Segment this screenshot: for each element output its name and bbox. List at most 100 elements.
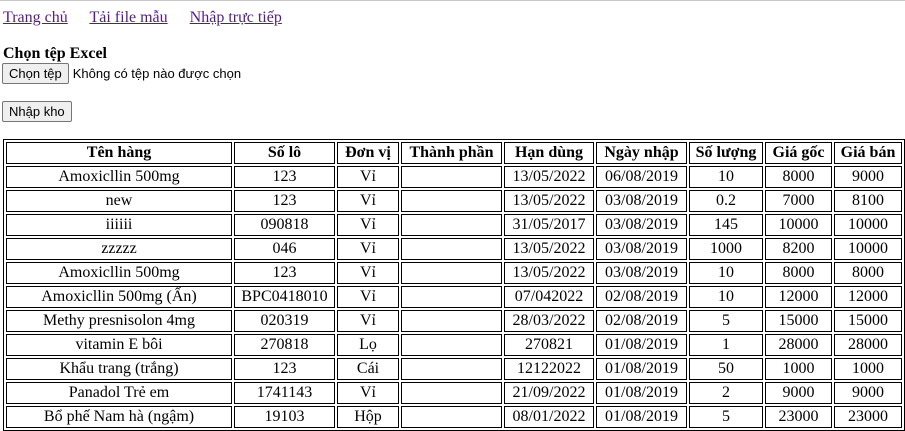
choose-file-button[interactable]: Chọn tệp — [2, 63, 69, 84]
cell-lot-number: 123 — [234, 262, 335, 284]
cell-cost-price: 7000 — [765, 190, 832, 212]
col-header-product-name: Tên hàng — [6, 142, 232, 164]
cell-product-name: Panadol Trẻ em — [6, 382, 232, 404]
table-row: Khẩu trang (trắng) 123 Cái 12122022 01/08/20… — [6, 358, 902, 380]
cell-cost-price: 9000 — [765, 382, 832, 404]
col-header-quantity: Số lượng — [689, 142, 763, 164]
col-header-unit: Đơn vị — [337, 142, 399, 164]
cell-ingredients — [401, 214, 502, 236]
cell-quantity: 1000 — [689, 238, 763, 260]
cell-expiry: 28/03/2022 — [504, 310, 594, 332]
cell-sale-price: 28000 — [834, 334, 902, 356]
cell-sale-price: 9000 — [834, 166, 902, 188]
table-row: iiiiii 090818 Vỉ 31/05/2017 03/08/2019 145 100… — [6, 214, 902, 236]
cell-import-date: 02/08/2019 — [596, 310, 687, 332]
nav-link-download-template[interactable]: Tải file mẫu — [89, 9, 167, 26]
upload-title: Chọn tệp Excel — [3, 45, 107, 62]
table-row: Bổ phế Nam hà (ngậm) 19103 Hộp 08/01/2022 01… — [6, 406, 902, 428]
cell-ingredients — [401, 286, 502, 308]
col-header-sale-price: Giá bán — [834, 142, 902, 164]
cell-lot-number: 123 — [234, 166, 335, 188]
cell-cost-price: 8200 — [765, 238, 832, 260]
cell-sale-price: 10000 — [834, 214, 902, 236]
cell-expiry: 13/05/2022 — [504, 190, 594, 212]
cell-sale-price: 1000 — [834, 358, 902, 380]
cell-unit: Vỉ — [337, 286, 399, 308]
cell-cost-price: 23000 — [765, 406, 832, 428]
cell-sale-price: 10000 — [834, 238, 902, 260]
cell-quantity: 2 — [689, 382, 763, 404]
table-header-row: Tên hàng Số lô Đơn vị Thành phần Hạn dùn… — [6, 142, 902, 164]
cell-quantity: 0.2 — [689, 190, 763, 212]
cell-expiry: 08/01/2022 — [504, 406, 594, 428]
cell-unit: Lọ — [337, 334, 399, 356]
cell-quantity: 10 — [689, 166, 763, 188]
cell-sale-price: 15000 — [834, 310, 902, 332]
nav-link-direct-entry[interactable]: Nhập trực tiếp — [190, 9, 282, 26]
import-button[interactable]: Nhập kho — [2, 101, 72, 122]
cell-cost-price: 10000 — [765, 214, 832, 236]
cell-product-name: Amoxicllin 500mg — [6, 262, 232, 284]
cell-sale-price: 8000 — [834, 262, 902, 284]
nav-link-home[interactable]: Trang chủ — [3, 9, 68, 26]
cell-expiry: 31/05/2017 — [504, 214, 594, 236]
cell-unit: Hộp — [337, 406, 399, 428]
cell-ingredients — [401, 238, 502, 260]
cell-lot-number: 123 — [234, 190, 335, 212]
cell-product-name: Amoxicllin 500mg — [6, 166, 232, 188]
cell-quantity: 1 — [689, 334, 763, 356]
cell-import-date: 03/08/2019 — [596, 262, 687, 284]
cell-lot-number: 19103 — [234, 406, 335, 428]
cell-lot-number: 1741143 — [234, 382, 335, 404]
inventory-table: Tên hàng Số lô Đơn vị Thành phần Hạn dùn… — [3, 139, 905, 431]
cell-ingredients — [401, 190, 502, 212]
cell-lot-number: 123 — [234, 358, 335, 380]
cell-sale-price: 9000 — [834, 382, 902, 404]
col-header-cost-price: Giá gốc — [765, 142, 832, 164]
cell-quantity: 10 — [689, 262, 763, 284]
cell-import-date: 01/08/2019 — [596, 334, 687, 356]
cell-quantity: 50 — [689, 358, 763, 380]
cell-expiry: 07/042022 — [504, 286, 594, 308]
cell-ingredients — [401, 310, 502, 332]
cell-cost-price: 1000 — [765, 358, 832, 380]
cell-lot-number: 270818 — [234, 334, 335, 356]
cell-unit: Vỉ — [337, 214, 399, 236]
cell-product-name: Amoxicllin 500mg (Ấn) — [6, 286, 232, 308]
cell-import-date: 01/08/2019 — [596, 358, 687, 380]
table-row: vitamin E bôi 270818 Lọ 270821 01/08/2019 1 28… — [6, 334, 902, 356]
cell-unit: Vỉ — [337, 190, 399, 212]
cell-unit: Vỉ — [337, 310, 399, 332]
cell-cost-price: 28000 — [765, 334, 832, 356]
cell-unit: Vỉ — [337, 262, 399, 284]
table-row: Amoxicllin 500mg (Ấn) BPC0418010 Vỉ 07/0420… — [6, 286, 902, 308]
cell-ingredients — [401, 166, 502, 188]
cell-import-date: 03/08/2019 — [596, 190, 687, 212]
top-divider — [0, 0, 905, 1]
cell-cost-price: 12000 — [765, 286, 832, 308]
col-header-ingredients: Thành phần — [401, 142, 502, 164]
cell-product-name: Bổ phế Nam hà (ngậm) — [6, 406, 232, 428]
cell-lot-number: 020319 — [234, 310, 335, 332]
cell-ingredients — [401, 262, 502, 284]
cell-unit: Vỉ — [337, 166, 399, 188]
cell-product-name: zzzzz — [6, 238, 232, 260]
cell-quantity: 5 — [689, 406, 763, 428]
cell-ingredients — [401, 358, 502, 380]
col-header-expiry: Hạn dùng — [504, 142, 594, 164]
table-row: Amoxicllin 500mg 123 Vỉ 13/05/2022 03/08/201… — [6, 262, 902, 284]
cell-ingredients — [401, 334, 502, 356]
cell-unit: Cái — [337, 358, 399, 380]
cell-expiry: 21/09/2022 — [504, 382, 594, 404]
cell-product-name: new — [6, 190, 232, 212]
cell-expiry: 12122022 — [504, 358, 594, 380]
table-row: new 123 Vỉ 13/05/2022 03/08/2019 0.2 7000 8100 — [6, 190, 902, 212]
col-header-import-date: Ngày nhập — [596, 142, 687, 164]
cell-import-date: 06/08/2019 — [596, 166, 687, 188]
cell-import-date: 01/08/2019 — [596, 382, 687, 404]
cell-sale-price: 8100 — [834, 190, 902, 212]
cell-quantity: 10 — [689, 286, 763, 308]
table-row: Methy presnisolon 4mg 020319 Vỉ 28/03/2022 0… — [6, 310, 902, 332]
cell-unit: Vỉ — [337, 238, 399, 260]
cell-cost-price: 8000 — [765, 166, 832, 188]
